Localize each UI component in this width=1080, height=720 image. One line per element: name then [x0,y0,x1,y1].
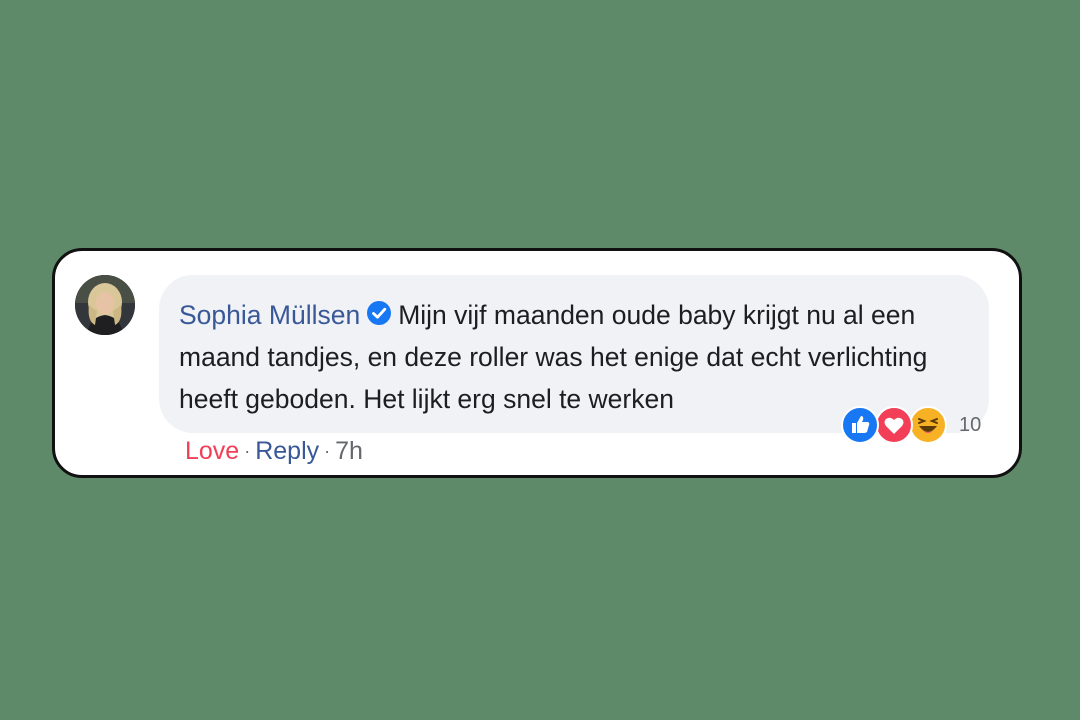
like-icon [841,406,879,444]
haha-icon [909,406,947,444]
reply-button[interactable]: Reply [255,437,319,466]
timestamp[interactable]: 7h [335,437,363,466]
verified-badge-icon [366,296,392,325]
separator-dot: · [324,441,331,461]
separator-dot: · [244,441,251,461]
comment-actions: Love · Reply · 7h [185,437,363,466]
love-icon [875,406,913,444]
avatar[interactable] [75,275,135,335]
love-button[interactable]: Love [185,437,239,466]
reactions-summary[interactable]: 10 [841,406,981,444]
reaction-count: 10 [959,413,982,436]
comment-card: Sophia Müllsen Mijn vijf maanden oude bab… [52,248,1022,478]
author-name[interactable]: Sophia Müllsen [179,300,360,330]
